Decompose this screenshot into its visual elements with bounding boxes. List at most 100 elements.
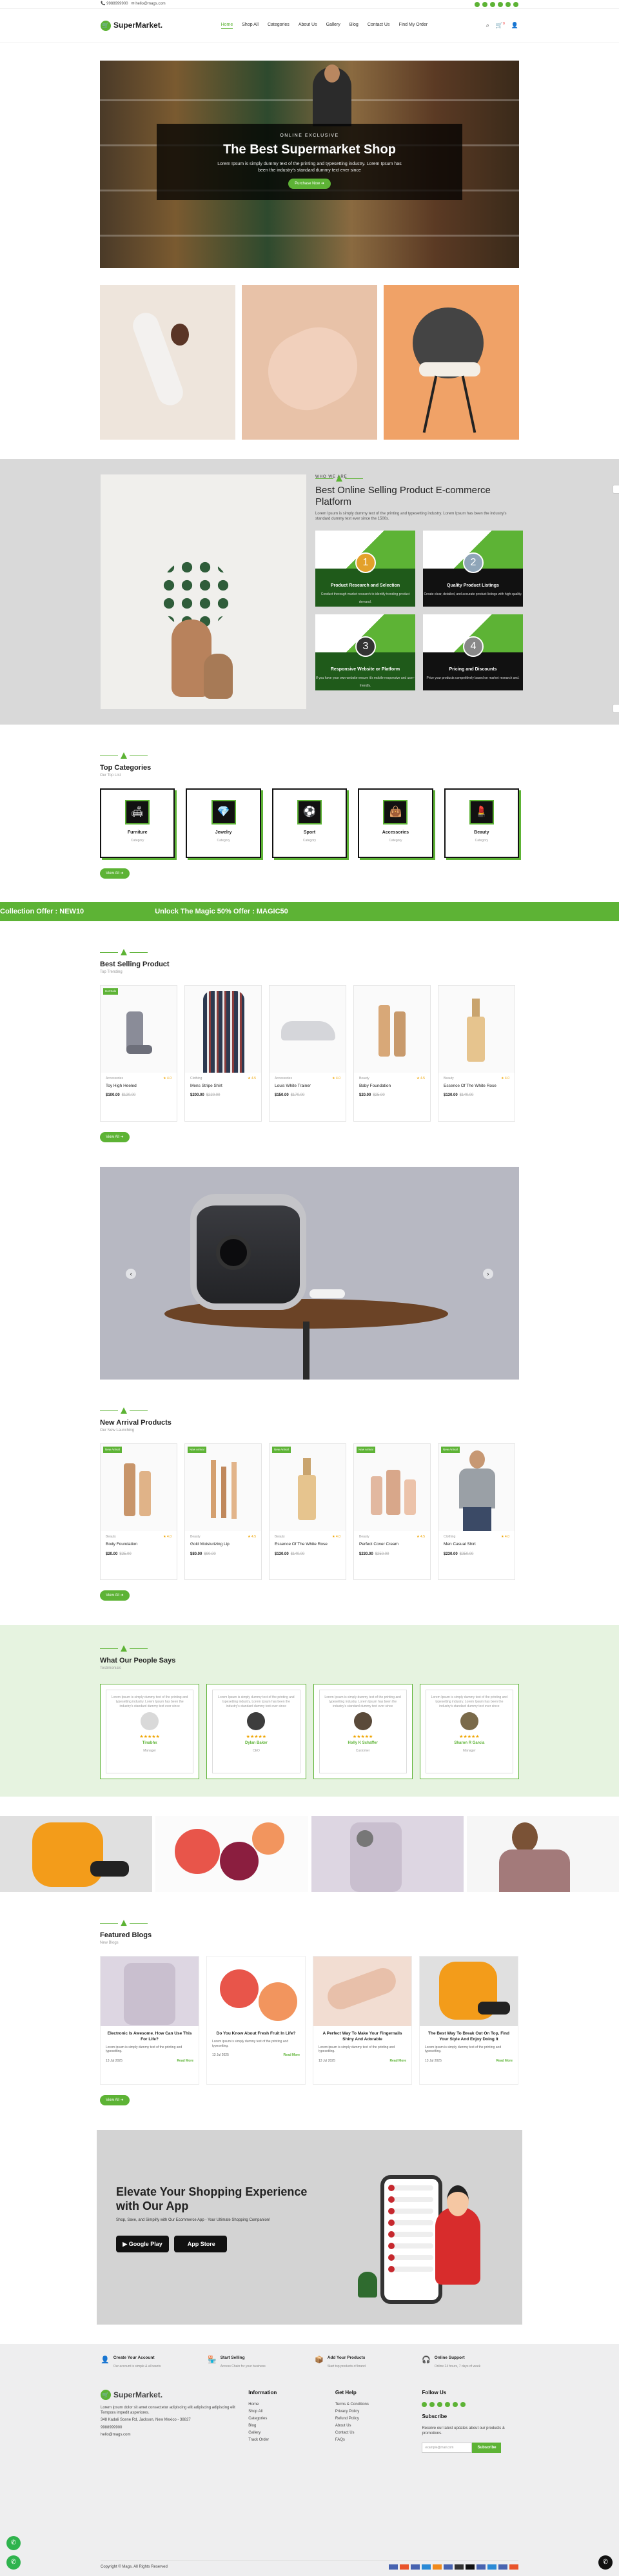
category-furniture[interactable]: 🛋 Furniture Category [100, 788, 175, 858]
testimonial-name: Sharon R Garcia [454, 1741, 485, 1745]
blog-title: The Best Way To Break Out On Top, Find Y… [428, 2031, 509, 2042]
avatar [353, 1712, 372, 1731]
product-card[interactable]: New Arrival Beauty ★ 4.0 Body Foundation $20… [100, 1443, 177, 1580]
category-list: 🛋 Furniture Category 💎 Jewelry Category ⚽ Spo… [100, 788, 520, 858]
linkedin-icon[interactable] [453, 2401, 458, 2407]
footer-link[interactable]: Blog [248, 2423, 335, 2428]
footer-link[interactable]: Contact Us [335, 2430, 422, 2435]
whatsapp-chat-icon[interactable]: ✆ [6, 2555, 21, 2570]
stripe-icon [444, 2564, 453, 2570]
youtube-icon[interactable] [445, 2401, 451, 2407]
testimonial-quote: Lorem Ipsum is simply dummy text of the … [111, 1695, 188, 1708]
product-card[interactable]: Accessories ★ 4.0 Louis White Trainer $150.… [269, 984, 346, 1122]
banner-next-arrow-icon[interactable]: › [483, 1269, 493, 1280]
nav-shop-all[interactable]: Shop All [242, 22, 259, 28]
footer-link[interactable]: Categories [248, 2416, 335, 2421]
logo-text: SuperMarket. [113, 21, 163, 30]
call-icon[interactable]: ✆ [598, 2555, 613, 2570]
product-card[interactable]: New Arrival Clothing ★ 4.0 Men Casual Shirt… [438, 1443, 515, 1580]
footer-logo[interactable]: 🛒 SuperMarket. [101, 2390, 248, 2401]
blog-card[interactable]: The Best Way To Break Out On Top, Find Y… [419, 1956, 518, 2085]
cart-icon[interactable]: 🛒0 [496, 21, 505, 29]
footer-link[interactable]: Home [248, 2402, 335, 2407]
user-icon[interactable]: 👤 [511, 21, 518, 29]
nav-home[interactable]: Home [221, 22, 233, 29]
product-category: Beauty [106, 1535, 116, 1539]
who-card: 1 Product Research and Selection Conduct t… [315, 531, 415, 607]
search-icon[interactable]: ⌕ [486, 21, 489, 29]
twitter-icon[interactable] [482, 1, 487, 7]
view-all-arrivals-button[interactable]: View All ➜ [100, 1590, 130, 1601]
nav-categories[interactable]: Categories [268, 22, 290, 28]
read-more-link[interactable]: Read More [496, 2059, 513, 2064]
facebook-icon[interactable] [422, 2401, 427, 2407]
google-play-button[interactable]: ▶ Google Play [116, 2236, 169, 2253]
footer-email[interactable]: hello@mags.com [101, 2432, 248, 2437]
footer-link[interactable]: Shop All [248, 2409, 335, 2414]
category-accessories[interactable]: 👜 Accessories Category [358, 788, 433, 858]
view-all-best-button[interactable]: View All ➜ [100, 1131, 130, 1143]
linkedin-icon[interactable] [506, 1, 511, 7]
facebook-icon[interactable] [475, 1, 480, 7]
pinterest-icon[interactable] [460, 2401, 466, 2407]
view-all-blogs-button[interactable]: View All ➜ [100, 2095, 130, 2106]
nav-find-my-order[interactable]: Find My Order [398, 22, 427, 28]
promo-tile-jewelry[interactable] [242, 285, 377, 440]
category-beauty[interactable]: 💄 Beauty Category [444, 788, 520, 858]
product-card[interactable]: Beauty ★ 4.0 Essence Of The White Rose $130… [438, 984, 515, 1122]
instagram-icon[interactable] [437, 2401, 443, 2407]
subscribe-button[interactable]: Subscribe [472, 2442, 502, 2453]
nav-contact-us[interactable]: Contact Us [368, 22, 390, 28]
product-card[interactable]: Beauty ★ 4.5 Baby Foundation $20.00 $25.00 [353, 984, 431, 1122]
category-jewelry[interactable]: 💎 Jewelry Category [186, 788, 261, 858]
blog-card[interactable]: Do You Know About Fresh Fruit In Life? Lo… [206, 1956, 306, 2085]
topbar-email[interactable]: hello@mags.com [135, 2, 165, 6]
product-card[interactable]: Hot Sale Accessories ★ 4.0 Toy High Heeled $… [100, 984, 177, 1122]
purchase-now-button[interactable]: Purchase Now ➜ [288, 179, 331, 190]
topbar-phone[interactable]: 9988999900 [106, 2, 128, 6]
promo-tile-chair[interactable] [384, 285, 519, 440]
category-sub: Category [475, 839, 488, 843]
ball-icon: ⚽ [297, 799, 322, 825]
banner-prev-arrow-icon[interactable]: ‹ [126, 1269, 136, 1280]
footer-link[interactable]: Track Order [248, 2437, 335, 2443]
footer-link[interactable]: Gallery [248, 2430, 335, 2435]
product-card[interactable]: New Arrival Beauty ★ 4.5 Gold Moisturizing … [184, 1443, 262, 1580]
blog-date: 13 Jul 2025 [425, 2059, 442, 2064]
footer-link[interactable]: About Us [335, 2423, 422, 2428]
footer-link[interactable]: Terms & Conditions [335, 2402, 422, 2407]
testimonial-name: Dylan Baker [245, 1741, 268, 1745]
whatsapp-icon[interactable]: ✆ [6, 2536, 21, 2551]
pinterest-icon[interactable] [513, 1, 518, 7]
view-all-categories-button[interactable]: View All ➜ [100, 868, 130, 879]
blog-card[interactable]: Electronic Is Awesome. How Can Use This … [100, 1956, 199, 2085]
read-more-link[interactable]: Read More [389, 2059, 406, 2064]
nav-about-us[interactable]: About Us [299, 22, 317, 28]
footer-link[interactable]: Privacy Policy [335, 2409, 422, 2414]
footer-phone[interactable]: 9988999900 [101, 2425, 248, 2430]
subscribe-email-input[interactable]: example@mail.com [422, 2442, 473, 2453]
product-category: Clothing [444, 1535, 456, 1539]
testimonial-card: Lorem Ipsum is simply dummy text of the … [419, 1684, 519, 1780]
footer-link[interactable]: FAQs [335, 2437, 422, 2443]
product-card[interactable]: New Arrival Beauty ★ 4.0 Essence Of The Whi… [269, 1443, 346, 1580]
read-more-link[interactable]: Read More [177, 2059, 193, 2064]
footer-link[interactable]: Refund Policy [335, 2416, 422, 2421]
blog-card[interactable]: A Perfect Way To Make Your Fingernails S… [313, 1956, 412, 2085]
instagram-icon[interactable] [490, 1, 495, 7]
logo[interactable]: 🛒 SuperMarket. [101, 20, 163, 31]
rating-stars-icon: ★★★★★ [352, 1735, 373, 1740]
hero-card: ONLINE EXCLUSIVE The Best Supermarket Sh… [157, 124, 462, 200]
topbar-social [475, 1, 518, 7]
app-store-button[interactable]: App Store [174, 2236, 227, 2253]
category-sport[interactable]: ⚽ Sport Category [271, 788, 348, 858]
nav-gallery[interactable]: Gallery [326, 22, 340, 28]
twitter-icon[interactable] [429, 2401, 435, 2407]
promo-tile-fashion[interactable] [100, 285, 235, 440]
nav-blog[interactable]: Blog [349, 22, 359, 28]
product-card[interactable]: New Arrival Beauty ★ 4.5 Perfect Cover Crea… [353, 1443, 431, 1580]
youtube-icon[interactable] [498, 1, 503, 7]
product-card[interactable]: Clothing ★ 4.5 Mens Stripe Shirt $200.00 $22… [184, 984, 262, 1122]
read-more-link[interactable]: Read More [283, 2053, 300, 2058]
app-store-label: App Store [187, 2241, 215, 2248]
